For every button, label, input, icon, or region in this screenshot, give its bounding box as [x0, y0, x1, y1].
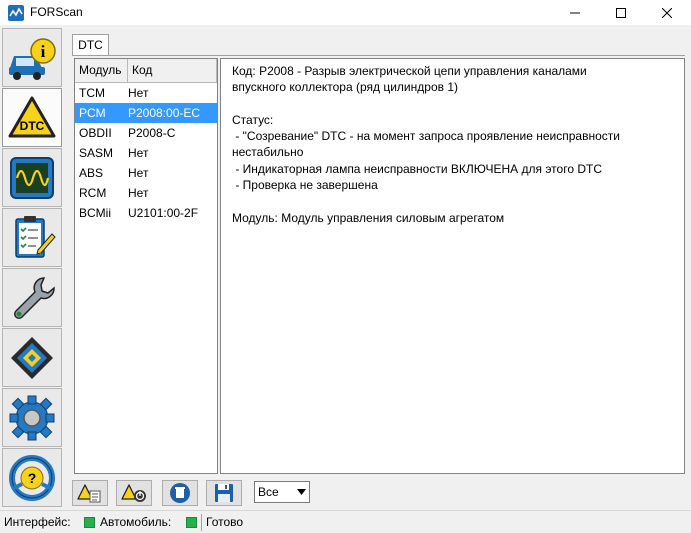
module-row-bcmii[interactable]: BCMii U2101:00-2F [75, 203, 217, 223]
dtc-code-line: Код: P2008 - Разрыв электрической цепи у… [232, 64, 587, 78]
chip-icon [11, 336, 53, 379]
checklist-icon [15, 215, 56, 258]
tab-divider [72, 55, 685, 56]
status-label: Статус: [232, 112, 274, 127]
forscan-app-icon [8, 5, 24, 21]
oscilloscope-icon [10, 156, 54, 199]
tab-dtc[interactable]: DTC [72, 34, 109, 56]
dtc-details-panel: Код: P2008 - Разрыв электрической цепи у… [220, 58, 685, 474]
dtc-code-line-cont: впускного коллектора (ряд цилиндров 1) [232, 80, 458, 95]
maximize-icon [616, 8, 626, 18]
floppy-save-icon [215, 484, 233, 502]
nav-oscilloscope[interactable] [2, 148, 62, 207]
status-item-mil: - Индикаторная лампа неисправности ВКЛЮЧ… [232, 161, 602, 176]
minimize-button[interactable] [553, 0, 597, 26]
clear-dtc-button[interactable] [116, 480, 152, 506]
dtc-filter-value: Все [258, 485, 279, 499]
read-dtc-button[interactable] [72, 480, 108, 506]
module-description: Модуль: Модуль управления силовым агрега… [232, 210, 505, 225]
close-icon [662, 8, 672, 18]
column-header-module[interactable]: Модуль [75, 59, 128, 82]
module-code: Нет [128, 186, 149, 200]
nav-dtc[interactable]: DTC [2, 88, 62, 147]
title-bar: FORScan [0, 0, 691, 26]
close-button[interactable] [645, 0, 689, 26]
module-row-sasm[interactable]: SASM Нет [75, 143, 217, 163]
nav-help[interactable]: ? [2, 448, 62, 507]
module-name: PCM [79, 106, 106, 120]
save-button[interactable] [206, 480, 242, 506]
module-row-tcm[interactable]: TCM Нет [75, 83, 217, 103]
read-dtc-icon [77, 484, 101, 503]
delete-button[interactable] [162, 480, 198, 506]
nav-tests[interactable] [2, 208, 62, 267]
interface-status-led [84, 517, 95, 528]
minimize-icon [570, 12, 580, 14]
module-name: RCM [79, 186, 107, 200]
module-row-abs[interactable]: ABS Нет [75, 163, 217, 183]
module-row-obdii[interactable]: OBDII P2008-C [75, 123, 217, 143]
module-name: OBDII [79, 126, 112, 140]
svg-text:?: ? [28, 470, 37, 486]
svg-text:i: i [41, 42, 46, 61]
module-code: P2008:00-EC [128, 106, 201, 120]
nav-configuration[interactable] [2, 328, 62, 387]
module-name: BCMii [79, 206, 111, 220]
module-code: Нет [128, 166, 149, 180]
status-item-test: - Проверка не завершена [232, 178, 378, 193]
column-header-code[interactable]: Код [128, 59, 217, 82]
dtc-filter-select[interactable]: Все [254, 481, 310, 503]
module-name: TCM [79, 86, 105, 100]
trash-icon [170, 483, 190, 503]
vehicle-label: Автомобиль: [100, 515, 172, 529]
status-text: Готово [206, 515, 244, 529]
svg-text:DTC: DTC [20, 119, 45, 133]
window-title: FORScan [30, 5, 83, 19]
chevron-down-icon [293, 483, 309, 501]
vehicle-status-led [186, 517, 197, 528]
interface-label: Интерфейс: [4, 515, 71, 529]
module-code: Нет [128, 146, 149, 160]
module-code: P2008-C [128, 126, 176, 140]
vehicle-info-icon: i [9, 37, 56, 80]
dtc-warning-icon: DTC [8, 96, 56, 137]
nav-settings[interactable] [2, 388, 62, 447]
gear-icon [9, 395, 55, 440]
status-bar: Интерфейс: Автомобиль: Готово [0, 510, 691, 533]
main-navigation: i DTC ? [2, 28, 64, 510]
module-name: ABS [79, 166, 104, 180]
module-row-pcm[interactable]: PCM P2008:00-EC [75, 103, 217, 123]
module-list-header: Модуль Код [75, 59, 217, 83]
nav-vehicle-info[interactable]: i [2, 28, 62, 87]
status-item-maturation-cont: нестабильно [232, 145, 304, 160]
forscan-window: FORScan i DTC ? DTC Модуль Код TCM Нет P… [0, 0, 691, 533]
module-code: U2101:00-2F [128, 206, 199, 220]
help-steering-icon: ? [9, 454, 55, 501]
wrench-icon [14, 276, 55, 319]
clear-dtc-icon [121, 484, 146, 502]
status-item-maturation: - "Созревание" DTC - на момент запроса п… [232, 129, 620, 144]
module-code: Нет [128, 86, 149, 100]
module-row-rcm[interactable]: RCM Нет [75, 183, 217, 203]
maximize-button[interactable] [599, 0, 643, 26]
module-list: Модуль Код TCM Нет PCM P2008:00-EC OBDII… [74, 58, 218, 474]
nav-service[interactable] [2, 268, 62, 327]
module-name: SASM [79, 146, 114, 160]
